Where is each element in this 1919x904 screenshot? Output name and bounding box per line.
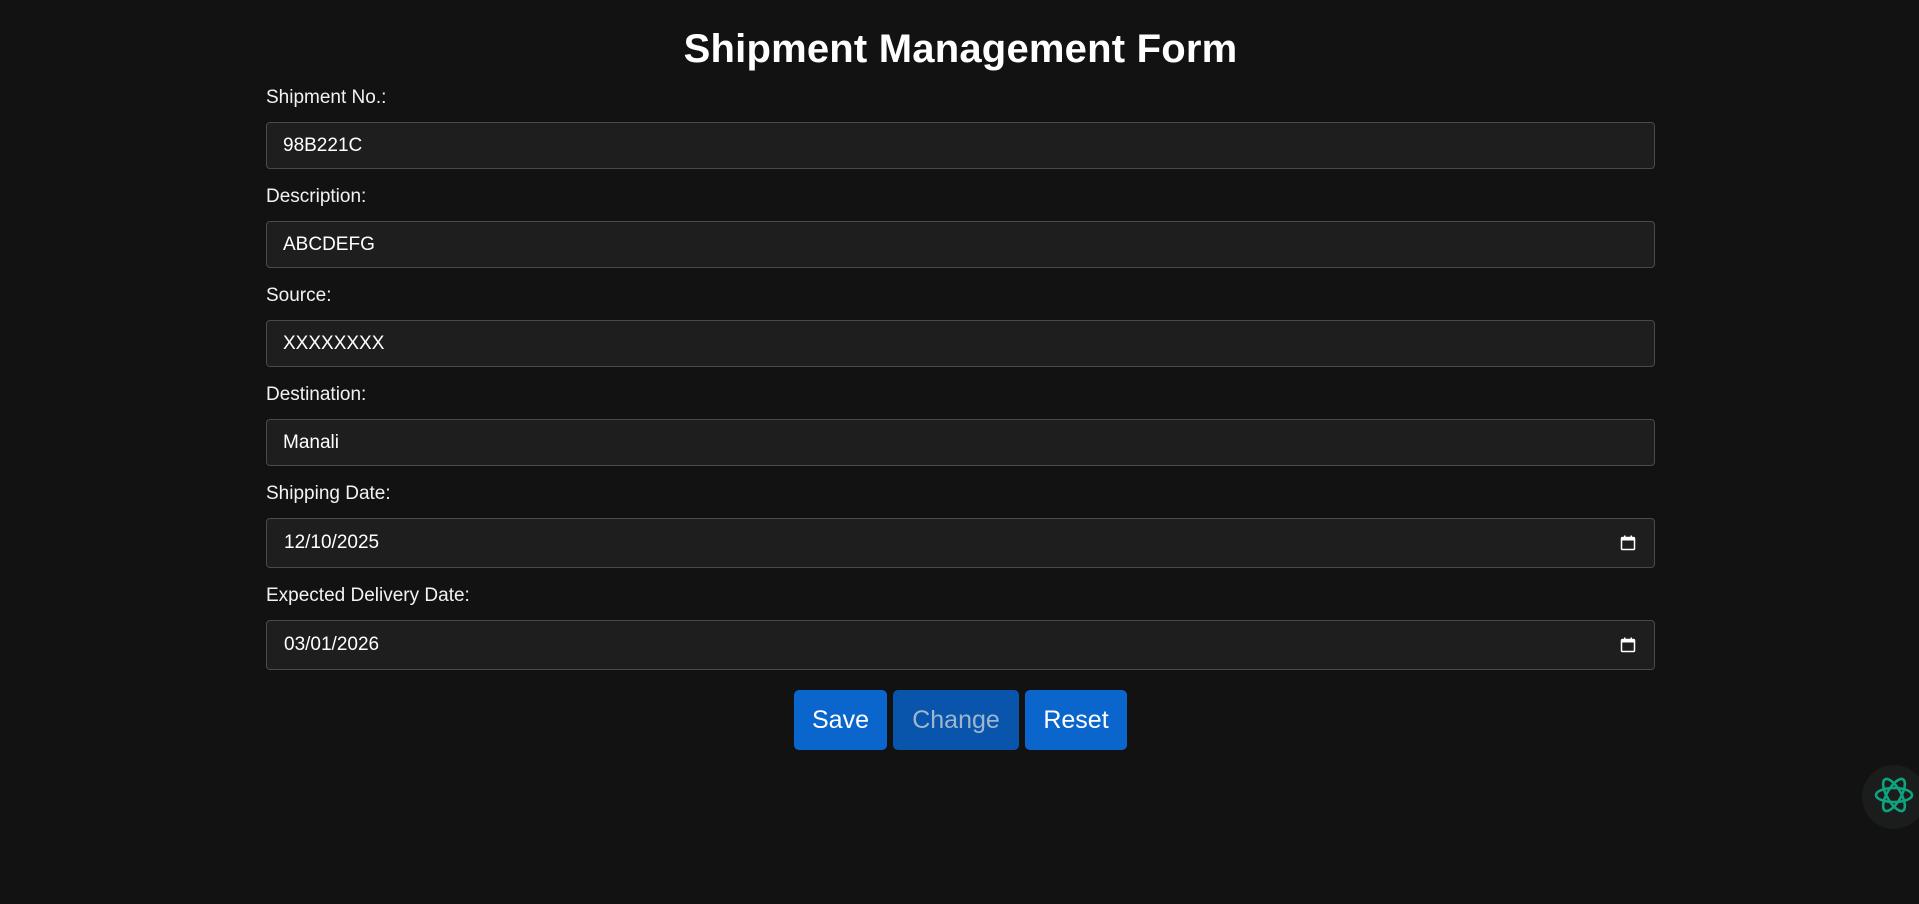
calendar-icon[interactable] [1620,535,1636,551]
source-label: Source: [266,285,332,306]
source-field: Source: [266,284,1655,367]
source-input[interactable] [266,320,1655,367]
assistant-launcher[interactable] [1862,765,1919,829]
page: Shipment Management Form Shipment No.: D… [0,0,1919,904]
description-field: Description: [266,185,1655,268]
shipment-form: Shipment Management Form Shipment No.: D… [266,0,1655,750]
shipping-date-input[interactable]: 12/10/2025 [266,518,1655,568]
expected-delivery-date-value: 03/01/2026 [284,634,380,655]
change-button[interactable]: Change [893,690,1019,750]
shipment-no-field: Shipment No.: [266,86,1655,169]
description-input[interactable] [266,221,1655,268]
shipment-no-input[interactable] [266,122,1655,169]
page-title: Shipment Management Form [683,27,1238,71]
shipping-date-value: 12/10/2025 [284,532,380,553]
form-actions: Save Change Reset [266,690,1655,750]
expected-delivery-date-label: Expected Delivery Date: [266,585,470,606]
shipping-date-field: Shipping Date: 12/10/2025 [266,482,1655,568]
calendar-icon[interactable] [1620,637,1636,653]
reset-button[interactable]: Reset [1025,690,1127,750]
destination-field: Destination: [266,383,1655,466]
shipping-date-label: Shipping Date: [266,483,391,504]
atom-icon [1872,773,1916,822]
expected-delivery-date-field: Expected Delivery Date: 03/01/2026 [266,584,1655,670]
expected-delivery-date-input[interactable]: 03/01/2026 [266,620,1655,670]
shipment-no-label: Shipment No.: [266,87,387,108]
destination-input[interactable] [266,419,1655,466]
destination-label: Destination: [266,384,367,405]
save-button[interactable]: Save [794,690,887,750]
description-label: Description: [266,186,367,207]
